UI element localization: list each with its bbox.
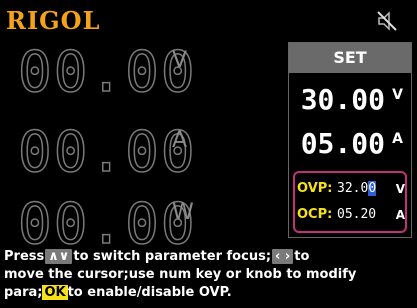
ocp-unit: A bbox=[395, 208, 405, 222]
measured-voltage: 00.00 V bbox=[6, 40, 276, 112]
set-current-value: 05.00 bbox=[300, 127, 385, 160]
help-text-segment: to switch parameter focus; bbox=[73, 249, 272, 264]
measured-current-value: 00.00 bbox=[17, 120, 197, 185]
ocp-setting[interactable]: OCP: 05.20 A bbox=[295, 207, 409, 227]
help-line-3: para; OK to enable/disable OVP. bbox=[4, 284, 414, 302]
help-text-segment: Press bbox=[4, 249, 45, 264]
help-line-1: Press ∧∨ to switch parameter focus; ‹ › to bbox=[4, 248, 414, 266]
power-supply-screen: RIGOL 00.00 V 00.00 A 00.00 W SET 30.00 … bbox=[0, 0, 417, 308]
help-text-segment: para; bbox=[4, 285, 43, 300]
set-voltage-value: 30.00 bbox=[300, 83, 385, 116]
set-voltage[interactable]: 30.00 V bbox=[289, 83, 411, 119]
ocp-value: 05.20 bbox=[337, 207, 377, 222]
measured-power-value: 00.00 bbox=[17, 192, 197, 257]
help-text-segment: to bbox=[294, 249, 310, 264]
measured-current: 00.00 A bbox=[6, 120, 276, 192]
set-voltage-unit: V bbox=[392, 87, 403, 103]
ok-key-icon: OK bbox=[42, 285, 68, 300]
help-line-2: move the cursor;use num key or knob to m… bbox=[4, 267, 357, 282]
edit-cursor-digit: 0 bbox=[368, 181, 377, 196]
header-bar: RIGOL bbox=[0, 0, 417, 40]
left-right-key-icon: ‹ › bbox=[272, 249, 294, 264]
ovp-label: OVP: bbox=[297, 181, 333, 196]
protection-box: OVP: 32.00 V OCP: 05.20 A bbox=[293, 171, 407, 233]
measured-voltage-unit: V bbox=[172, 48, 188, 73]
ovp-setting[interactable]: OVP: 32.00 V bbox=[295, 181, 409, 201]
up-down-key-icon: ∧∨ bbox=[45, 249, 73, 264]
set-current[interactable]: 05.00 A bbox=[289, 127, 411, 163]
measured-current-unit: A bbox=[172, 128, 188, 153]
measured-voltage-value: 00.00 bbox=[17, 40, 197, 105]
ovp-value: 32.00 bbox=[337, 181, 377, 196]
measured-power-unit: W bbox=[172, 200, 194, 225]
set-title: SET bbox=[289, 43, 411, 73]
ocp-label: OCP: bbox=[297, 207, 333, 222]
brand-logo: RIGOL bbox=[6, 6, 101, 35]
ovp-unit: V bbox=[395, 182, 405, 196]
set-panel: SET 30.00 V 05.00 A OVP: 32.00 V OCP: 05… bbox=[288, 42, 412, 238]
speaker-mute-icon bbox=[377, 11, 397, 31]
help-text: Press ∧∨ to switch parameter focus; ‹ › to m… bbox=[4, 248, 414, 302]
set-current-unit: A bbox=[392, 131, 403, 147]
help-text-segment: to enable/disable OVP. bbox=[67, 285, 232, 300]
ovp-value-digits: 32.0 bbox=[337, 181, 369, 196]
